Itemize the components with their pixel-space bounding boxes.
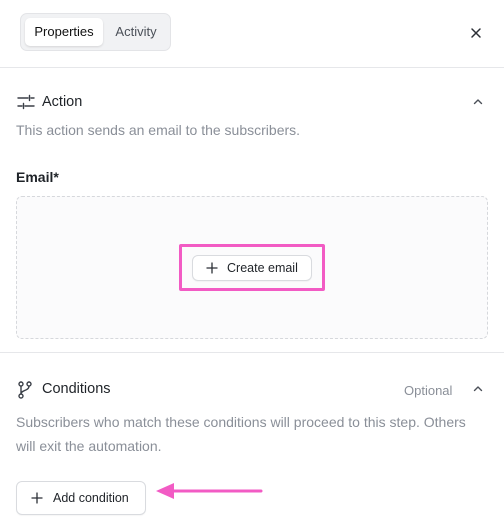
conditions-description-line1: Subscribers who match these conditions w… xyxy=(16,414,466,430)
git-branch-icon xyxy=(18,381,32,399)
create-email-label: Create email xyxy=(227,261,298,275)
close-icon[interactable] xyxy=(467,24,485,42)
section-divider xyxy=(0,352,504,353)
chevron-up-icon[interactable] xyxy=(471,382,485,396)
tab-properties[interactable]: Properties xyxy=(25,18,103,46)
tab-activity[interactable]: Activity xyxy=(105,18,167,46)
panel-header: Properties Activity xyxy=(0,0,504,68)
create-email-button[interactable]: Create email xyxy=(192,255,312,281)
conditions-title: Conditions xyxy=(42,381,111,397)
action-title: Action xyxy=(42,94,83,110)
add-condition-button[interactable]: Add condition xyxy=(16,481,146,515)
plus-icon xyxy=(206,262,218,274)
sliders-icon xyxy=(17,94,35,110)
optional-label: Optional xyxy=(404,383,453,398)
tab-switcher: Properties Activity xyxy=(20,13,171,51)
action-description: This action sends an email to the subscr… xyxy=(16,122,301,138)
email-field-label: Email* xyxy=(16,169,59,185)
arrow-left-icon xyxy=(156,483,263,499)
add-condition-label: Add condition xyxy=(53,491,129,505)
conditions-description-line2: will exit the automation. xyxy=(16,438,162,454)
plus-icon xyxy=(31,492,43,504)
chevron-up-icon[interactable] xyxy=(471,95,485,109)
